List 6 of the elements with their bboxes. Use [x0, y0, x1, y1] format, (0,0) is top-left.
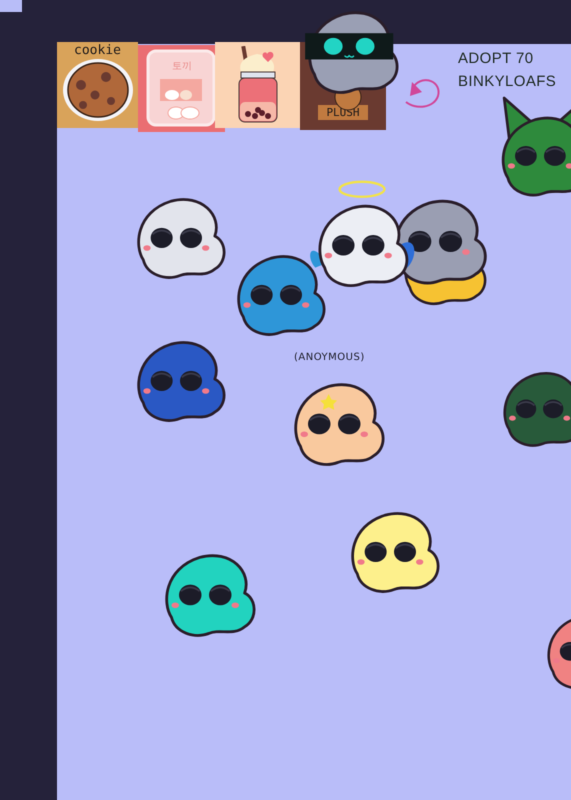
sticker-label: 토끼	[172, 62, 192, 72]
title-text: ADOPT 70	[458, 50, 534, 67]
sticker-label: cookie	[74, 44, 121, 57]
creature-caption: (ANOYMOUS)	[294, 352, 365, 363]
title-text: BINKYLOAFS	[458, 73, 556, 90]
corner-swatch	[0, 0, 22, 12]
